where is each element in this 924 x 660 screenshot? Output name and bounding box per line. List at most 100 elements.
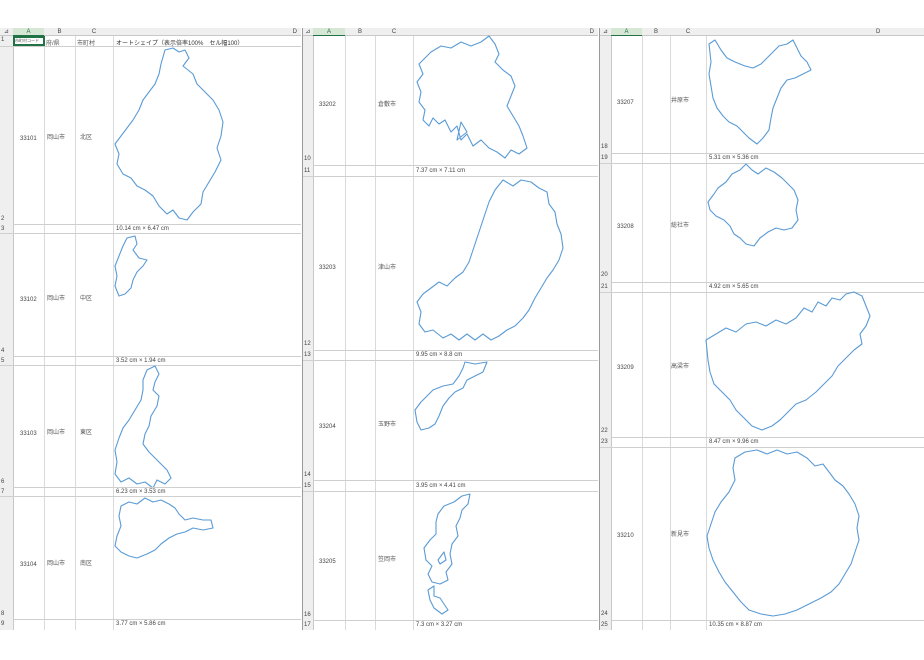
gridline [75, 36, 76, 630]
cell-code[interactable]: 33204 [319, 424, 336, 430]
cell-code[interactable]: 33207 [617, 100, 634, 106]
cell-code[interactable]: 33203 [319, 265, 336, 271]
cell-city[interactable]: 倉敷市 [378, 99, 396, 108]
shape-outline-33103[interactable] [113, 365, 175, 490]
cell-code[interactable]: 33101 [20, 136, 37, 142]
row-number[interactable]: 20 [600, 272, 608, 278]
column-header-c[interactable]: C [375, 28, 413, 36]
cell-city[interactable]: 井原市 [671, 95, 689, 104]
column-header-c[interactable]: C [75, 28, 113, 36]
header-cell-code[interactable]: 市町村コード [15, 38, 39, 44]
shape-size-label[interactable]: 5.31 cm × 5.36 cm [709, 155, 759, 161]
cell-pref[interactable]: 岡山市 [47, 558, 65, 567]
row-number[interactable]: 17 [303, 622, 311, 628]
shape-size-label[interactable]: 9.95 cm × 8.8 cm [416, 352, 462, 358]
column-header-d[interactable]: D [113, 28, 301, 36]
row-number[interactable]: 9 [0, 621, 4, 627]
cell-code[interactable]: 33209 [617, 365, 634, 371]
row-number[interactable]: 18 [600, 144, 608, 150]
row-number[interactable]: 25 [600, 622, 608, 628]
shape-outline-33209[interactable] [704, 291, 871, 434]
cell-city[interactable]: 南区 [80, 558, 92, 567]
cell-code[interactable]: 33208 [617, 224, 634, 230]
row-number[interactable]: 3 [0, 226, 4, 232]
cell-city[interactable]: 笠岡市 [378, 554, 396, 563]
shape-size-label[interactable]: 3.77 cm × 5.86 cm [116, 621, 166, 627]
row-number[interactable]: 11 [303, 168, 310, 174]
corner-select-all[interactable]: ⊿ [0, 28, 13, 36]
shape-outline-33210[interactable] [705, 448, 861, 618]
row-number[interactable]: 15 [303, 483, 311, 489]
shape-size-label[interactable]: 7.37 cm × 7.11 cm [416, 168, 465, 174]
row-number[interactable]: 24 [600, 611, 608, 617]
row-number[interactable]: 23 [600, 439, 608, 445]
cell-city[interactable]: 新見市 [671, 529, 689, 538]
shape-size-label[interactable]: 4.92 cm × 5.65 cm [709, 284, 759, 290]
cell-code[interactable]: 33104 [20, 562, 37, 568]
row-number[interactable]: 4 [0, 348, 4, 354]
cell-city[interactable]: 東区 [80, 427, 92, 436]
row-number[interactable]: 1 [0, 37, 4, 43]
cell-city[interactable]: 中区 [80, 293, 92, 302]
row-number[interactable]: 6 [0, 479, 4, 485]
column-header-a[interactable]: A [313, 28, 345, 36]
row-number[interactable]: 22 [600, 428, 608, 434]
column-header-b[interactable]: B [44, 28, 75, 36]
corner-select-all[interactable]: ⊿ [600, 28, 611, 36]
row-number[interactable]: 19 [600, 155, 608, 161]
cell-code[interactable]: 33205 [319, 559, 336, 565]
column-header-b[interactable]: B [345, 28, 375, 36]
row-number[interactable]: 2 [0, 216, 4, 222]
column-header-a[interactable]: A [611, 28, 642, 36]
row-header-strip [0, 36, 14, 630]
row-number[interactable]: 7 [0, 489, 4, 495]
cell-city[interactable]: 高梁市 [671, 361, 689, 370]
shape-outline-33104[interactable] [113, 496, 215, 560]
shape-outline-33208[interactable] [706, 163, 800, 248]
row-number[interactable]: 14 [303, 472, 311, 478]
sheet-pane-1[interactable]: ⊿ A B C D 1 市町村コード 府/県 市町村 オートシェイプ（表示倍率1… [0, 28, 301, 630]
shape-size-label[interactable]: 7.3 cm × 3.27 cm [416, 622, 462, 628]
row-header-strip [303, 36, 314, 630]
column-header-c[interactable]: C [670, 28, 706, 36]
row-number[interactable]: 12 [303, 341, 311, 347]
cell-city[interactable]: 北区 [80, 132, 92, 141]
cell-code[interactable]: 33210 [617, 533, 634, 539]
cell-pref[interactable]: 岡山市 [47, 427, 65, 436]
shape-size-label[interactable]: 10.35 cm × 8.87 cm [709, 622, 762, 628]
cell-code[interactable]: 33202 [319, 102, 336, 108]
cell-code[interactable]: 33102 [20, 297, 37, 303]
row-number[interactable]: 13 [303, 352, 311, 358]
shape-size-label[interactable]: 6.23 cm × 3.53 cm [116, 489, 166, 495]
cell-pref[interactable]: 岡山市 [47, 132, 65, 141]
cell-city[interactable]: 津山市 [378, 262, 396, 271]
corner-select-all[interactable]: ⊿ [303, 28, 313, 36]
column-header-a[interactable]: A [13, 28, 44, 36]
shape-outline-33202[interactable] [415, 35, 529, 164]
shape-outline-33101[interactable] [113, 47, 225, 224]
row-number[interactable]: 10 [303, 156, 311, 162]
column-header-d[interactable]: D [413, 28, 598, 36]
cell-city[interactable]: 総社市 [671, 220, 689, 229]
sheet-pane-3[interactable]: ⊿ A B C D 18 33207 井原市 19 5.31 cm × 5.36… [600, 28, 924, 630]
row-number[interactable]: 21 [600, 284, 608, 290]
shape-size-label[interactable]: 8.47 cm × 9.96 cm [709, 439, 759, 445]
gridline [413, 36, 414, 630]
shape-outline-33207[interactable] [707, 38, 813, 148]
shape-outline-33102[interactable] [113, 235, 149, 298]
sheet-pane-2[interactable]: ⊿ A B C D 10 33202 倉敷市 11 7.37 cm × 7.11… [303, 28, 598, 630]
shape-outline-33203[interactable] [415, 178, 565, 346]
shape-size-label[interactable]: 3.95 cm × 4.41 cm [416, 483, 466, 489]
shape-size-label[interactable]: 10.14 cm × 6.47 cm [116, 226, 169, 232]
cell-code[interactable]: 33103 [20, 431, 37, 437]
cell-pref[interactable]: 岡山市 [47, 293, 65, 302]
shape-size-label[interactable]: 3.52 cm × 1.94 cm [116, 358, 166, 364]
cell-city[interactable]: 玉野市 [378, 419, 396, 428]
shape-outline-33204[interactable] [413, 361, 489, 432]
row-number[interactable]: 5 [0, 358, 4, 364]
row-number[interactable]: 16 [303, 612, 311, 618]
column-header-d[interactable]: D [706, 28, 924, 36]
column-header-b[interactable]: B [642, 28, 670, 36]
row-number[interactable]: 8 [0, 611, 4, 617]
shape-outline-33205[interactable] [422, 493, 472, 618]
